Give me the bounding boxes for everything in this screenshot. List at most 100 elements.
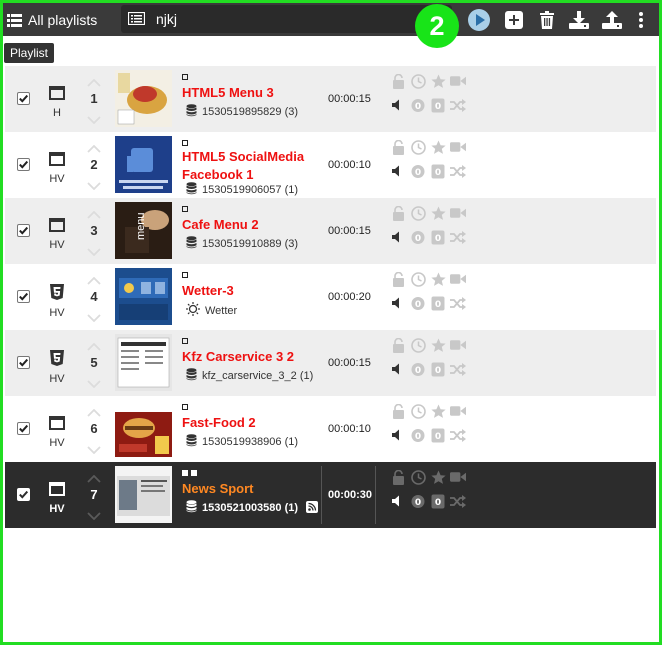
item-title[interactable]: Wetter-3 xyxy=(182,282,322,300)
star-icon[interactable] xyxy=(430,337,446,353)
item-duration[interactable]: 00:00:30 xyxy=(328,489,372,501)
sound-icon[interactable] xyxy=(390,229,406,245)
counter-circle-icon[interactable]: 0 xyxy=(410,493,426,509)
item-duration[interactable]: 00:00:15 xyxy=(328,357,371,369)
add-button[interactable] xyxy=(502,8,526,32)
item-duration[interactable]: 00:00:10 xyxy=(328,423,371,435)
item-checkbox[interactable] xyxy=(17,488,30,501)
star-icon[interactable] xyxy=(430,205,446,221)
sound-icon[interactable] xyxy=(390,295,406,311)
item-title[interactable]: Kfz Carservice 3 2 xyxy=(182,348,322,366)
item-duration[interactable]: 00:00:15 xyxy=(328,225,371,237)
clock-icon[interactable] xyxy=(410,139,426,155)
item-title[interactable]: Fast-Food 2 xyxy=(182,414,322,432)
download-button[interactable] xyxy=(567,8,591,32)
chevron-down-icon[interactable] xyxy=(87,377,101,389)
shuffle-icon[interactable] xyxy=(450,493,466,509)
counter-box-icon[interactable]: 0 xyxy=(430,229,446,245)
playlist-item-row[interactable]: HV 6 Fast-Food 2 1530519938906 (1) 00:00… xyxy=(5,396,656,462)
item-title[interactable]: Cafe Menu 2 xyxy=(182,216,322,234)
play-button[interactable] xyxy=(467,8,491,32)
item-checkbox[interactable] xyxy=(17,158,30,171)
all-playlists-button[interactable]: All playlists xyxy=(7,10,97,30)
counter-box-icon[interactable]: 0 xyxy=(430,295,446,311)
chevron-up-icon[interactable] xyxy=(87,472,101,483)
shuffle-icon[interactable] xyxy=(450,427,466,443)
chevron-up-icon[interactable] xyxy=(87,274,101,285)
playlist-select[interactable]: njkj 2 xyxy=(121,4,459,48)
item-title[interactable]: News Sport xyxy=(182,480,322,498)
shuffle-icon[interactable] xyxy=(450,361,466,377)
video-icon[interactable] xyxy=(450,403,466,419)
upload-button[interactable] xyxy=(600,8,624,32)
shuffle-icon[interactable] xyxy=(450,163,466,179)
counter-circle-icon[interactable]: 0 xyxy=(410,97,426,113)
lock-icon[interactable] xyxy=(390,469,406,485)
star-icon[interactable] xyxy=(430,271,446,287)
star-icon[interactable] xyxy=(430,469,446,485)
shuffle-icon[interactable] xyxy=(450,295,466,311)
lock-icon[interactable] xyxy=(390,271,406,287)
item-duration[interactable]: 00:00:10 xyxy=(328,159,371,171)
sound-icon[interactable] xyxy=(390,163,406,179)
counter-circle-icon[interactable]: 0 xyxy=(410,427,426,443)
star-icon[interactable] xyxy=(430,139,446,155)
sound-icon[interactable] xyxy=(390,97,406,113)
item-checkbox[interactable] xyxy=(17,290,30,303)
clock-icon[interactable] xyxy=(410,337,426,353)
lock-icon[interactable] xyxy=(390,403,406,419)
clock-icon[interactable] xyxy=(410,73,426,89)
more-menu-button[interactable] xyxy=(629,8,653,32)
item-checkbox[interactable] xyxy=(17,92,30,105)
chevron-up-icon[interactable] xyxy=(87,340,101,351)
chevron-down-icon[interactable] xyxy=(87,179,101,191)
star-icon[interactable] xyxy=(430,403,446,419)
item-thumbnail[interactable] xyxy=(115,466,172,523)
item-duration[interactable]: 00:00:15 xyxy=(328,93,371,105)
shuffle-icon[interactable] xyxy=(450,97,466,113)
chevron-up-icon[interactable] xyxy=(87,76,101,87)
playlist-item-row[interactable]: HV 3 menu Cafe Menu 2 1530519910889 (3) … xyxy=(5,198,656,264)
counter-box-icon[interactable]: 0 xyxy=(430,163,446,179)
playlist-item-row[interactable]: HV 5 Kfz Carservice 3 2 kfz_carservice_3… xyxy=(5,330,656,396)
item-title[interactable]: HTML5 Menu 3 xyxy=(182,84,322,102)
item-thumbnail[interactable] xyxy=(115,70,172,127)
item-thumbnail[interactable]: menu xyxy=(115,202,172,259)
chevron-down-icon[interactable] xyxy=(87,443,101,455)
playlist-item-row[interactable]: HV 4 Wetter-3 Wetter 00:00:20 0 0 xyxy=(5,264,656,330)
clock-icon[interactable] xyxy=(410,469,426,485)
item-thumbnail[interactable] xyxy=(115,334,172,391)
clock-icon[interactable] xyxy=(410,205,426,221)
chevron-down-icon[interactable] xyxy=(87,113,101,125)
counter-circle-icon[interactable]: 0 xyxy=(410,295,426,311)
lock-icon[interactable] xyxy=(390,337,406,353)
video-icon[interactable] xyxy=(450,139,466,155)
counter-circle-icon[interactable]: 0 xyxy=(410,229,426,245)
counter-circle-icon[interactable]: 0 xyxy=(410,361,426,377)
chevron-down-icon[interactable] xyxy=(87,245,101,257)
video-icon[interactable] xyxy=(450,73,466,89)
delete-button[interactable] xyxy=(535,8,559,32)
item-checkbox[interactable] xyxy=(17,422,30,435)
sound-icon[interactable] xyxy=(390,427,406,443)
star-icon[interactable] xyxy=(430,73,446,89)
counter-circle-icon[interactable]: 0 xyxy=(410,163,426,179)
item-thumbnail[interactable] xyxy=(115,400,172,457)
video-icon[interactable] xyxy=(450,205,466,221)
chevron-down-icon[interactable] xyxy=(87,509,101,521)
lock-icon[interactable] xyxy=(390,139,406,155)
item-thumbnail[interactable] xyxy=(115,268,172,325)
clock-icon[interactable] xyxy=(410,403,426,419)
video-icon[interactable] xyxy=(450,337,466,353)
sound-icon[interactable] xyxy=(390,493,406,509)
playlist-item-row[interactable]: HV 2 HTML5 SocialMedia Facebook 1 153051… xyxy=(5,132,656,198)
item-thumbnail[interactable] xyxy=(115,136,172,193)
playlist-item-row[interactable]: H 1 HTML5 Menu 3 1530519895829 (3) 00:00… xyxy=(5,66,656,132)
chevron-up-icon[interactable] xyxy=(87,142,101,153)
shuffle-icon[interactable] xyxy=(450,229,466,245)
item-checkbox[interactable] xyxy=(17,356,30,369)
lock-icon[interactable] xyxy=(390,205,406,221)
lock-icon[interactable] xyxy=(390,73,406,89)
item-checkbox[interactable] xyxy=(17,224,30,237)
item-title[interactable]: HTML5 SocialMedia Facebook 1 xyxy=(182,148,322,184)
